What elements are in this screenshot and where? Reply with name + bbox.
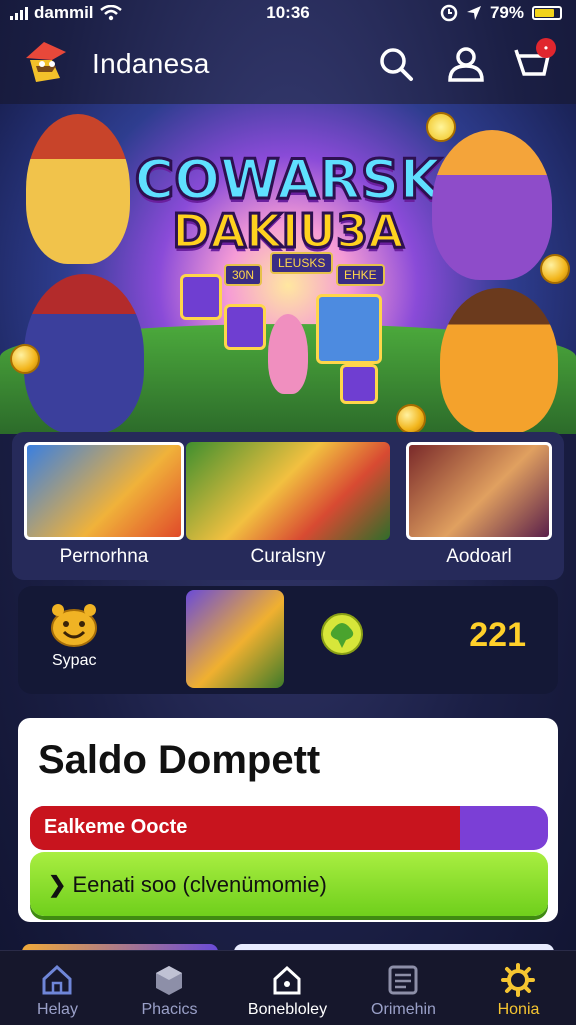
nav-item-phacics[interactable]: Phacics bbox=[112, 951, 227, 1025]
home-icon bbox=[42, 964, 72, 995]
hero-character bbox=[432, 130, 552, 280]
coin-icon bbox=[10, 344, 40, 374]
hero-card bbox=[340, 364, 378, 404]
status-right: 79% bbox=[440, 3, 562, 23]
chevron-right-icon: ❯ bbox=[48, 872, 67, 897]
smiley-icon[interactable] bbox=[48, 600, 100, 650]
game-card[interactable]: Curalsny bbox=[186, 442, 390, 574]
app-logo[interactable] bbox=[22, 38, 70, 86]
game-thumbnail bbox=[186, 442, 390, 540]
game-card[interactable]: Aodoarl bbox=[406, 442, 552, 574]
stat-label: Sypac bbox=[52, 652, 97, 669]
nav-label: Helay bbox=[37, 1001, 78, 1018]
hero-tag: 30N bbox=[224, 264, 263, 286]
wallet-card: Saldo Dompett Ealkeme Oocte ❯ Eenati soo … bbox=[18, 718, 558, 922]
list-icon bbox=[388, 965, 418, 995]
hero-character bbox=[440, 288, 558, 434]
star-icon bbox=[426, 112, 456, 142]
game-card[interactable]: Pernorhna bbox=[24, 442, 184, 574]
hero-card bbox=[316, 294, 382, 364]
battery-percent: 79% bbox=[489, 3, 524, 22]
hero-character bbox=[26, 114, 130, 264]
hero-banner[interactable]: COWARSK DAKIU3A 30N LEUSKS EHKE bbox=[0, 104, 576, 434]
hero-character bbox=[24, 274, 144, 434]
battery-icon bbox=[532, 6, 562, 20]
hero-card bbox=[180, 274, 222, 320]
nav-item-honia[interactable]: Honia bbox=[461, 951, 576, 1025]
wallet-title: Saldo Dompett bbox=[38, 738, 321, 782]
game-label: Pernorhna bbox=[59, 546, 149, 567]
app-header: Indanesa • bbox=[0, 28, 576, 104]
gear-icon bbox=[501, 963, 535, 997]
wallet-bar-label: Ealkeme Oocte bbox=[44, 816, 188, 838]
clover-icon bbox=[321, 613, 363, 655]
stat-value: 221 bbox=[469, 616, 526, 654]
nav-label: Honia bbox=[497, 1001, 540, 1018]
wallet-action-label: ❯ Eenati soo (clvenümomie) bbox=[48, 872, 327, 898]
app-title: Indanesa bbox=[92, 48, 210, 79]
alarm-icon bbox=[440, 4, 458, 22]
game-list: Pernorhna Curalsny Aodoarl bbox=[12, 432, 564, 580]
cube-icon bbox=[156, 966, 182, 995]
game-label: Aodoarl bbox=[446, 546, 512, 567]
wallet-action-button[interactable]: ❯ Eenati soo (clvenümomie) bbox=[30, 852, 548, 916]
nav-item-orimehin[interactable]: Orimehin bbox=[346, 951, 461, 1025]
coin-icon bbox=[396, 404, 426, 434]
location-icon bbox=[466, 6, 481, 20]
hero-character bbox=[268, 314, 308, 394]
search-icon[interactable] bbox=[376, 44, 416, 84]
game-thumbnail bbox=[406, 442, 552, 540]
hero-card bbox=[224, 304, 266, 350]
wallet-progress-bar: Ealkeme Oocte bbox=[30, 806, 548, 850]
nav-label: Phacics bbox=[141, 1001, 198, 1018]
bottom-nav: Helay Phacics Bonebloley Orimehin Honia bbox=[0, 950, 576, 1025]
notification-badge: • bbox=[536, 38, 556, 58]
status-bar: dammil 10:36 79% bbox=[0, 0, 576, 26]
nav-item-bonebloley[interactable]: Bonebloley bbox=[230, 951, 345, 1025]
game-label: Curalsny bbox=[250, 546, 326, 567]
user-icon[interactable] bbox=[446, 44, 486, 84]
hero-tag: EHKE bbox=[336, 264, 385, 286]
stats-bar: Sypac 221 bbox=[18, 586, 558, 694]
featured-game-thumbnail[interactable] bbox=[186, 590, 284, 688]
nav-label: Orimehin bbox=[371, 1001, 436, 1018]
wallet-action-text: Eenati soo (clvenümomie) bbox=[72, 872, 327, 897]
nav-label: Bonebloley bbox=[247, 1001, 328, 1018]
notification-button[interactable]: • bbox=[514, 38, 556, 84]
house-outline-icon bbox=[273, 965, 301, 995]
game-thumbnail bbox=[24, 442, 184, 540]
nav-item-helay[interactable]: Helay bbox=[0, 951, 115, 1025]
coin-icon bbox=[540, 254, 570, 284]
hero-tag: LEUSKS bbox=[270, 252, 334, 274]
